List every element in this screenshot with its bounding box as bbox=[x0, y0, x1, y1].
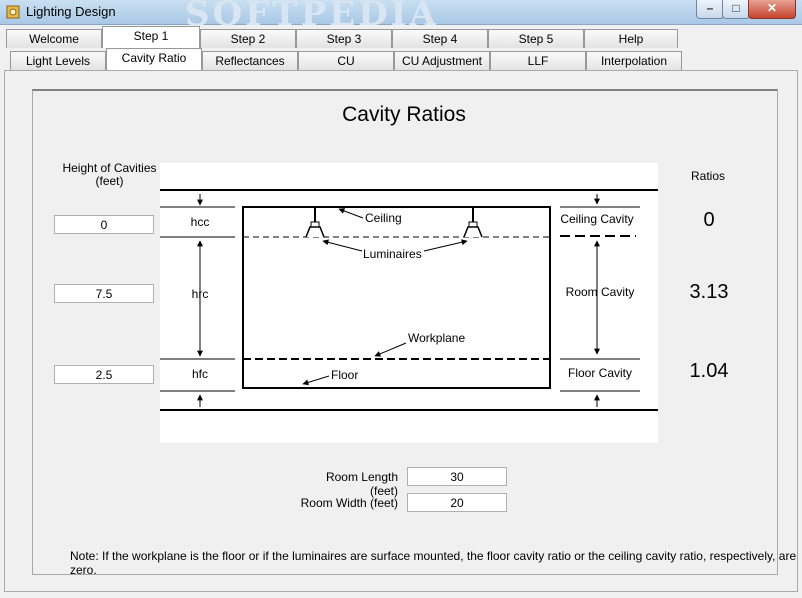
luminaires-label: Luminaires bbox=[363, 247, 422, 261]
hfc-label: hfc bbox=[192, 367, 208, 381]
tab-step-2[interactable]: Step 2 bbox=[200, 29, 296, 48]
tab-cavity-ratio[interactable]: Cavity Ratio bbox=[106, 48, 202, 70]
close-icon: ✕ bbox=[766, 1, 778, 15]
hrc-input[interactable] bbox=[54, 284, 154, 303]
page-title: Cavity Ratios bbox=[342, 103, 466, 126]
ceiling-cavity-label: Ceiling Cavity bbox=[560, 212, 633, 226]
maximize-button[interactable]: □ bbox=[722, 0, 750, 19]
tab-step-3[interactable]: Step 3 bbox=[296, 29, 392, 48]
tab-llf[interactable]: LLF bbox=[490, 51, 586, 70]
floor-cavity-label: Floor Cavity bbox=[568, 366, 632, 380]
maximize-icon: □ bbox=[732, 1, 740, 15]
close-button[interactable]: ✕ bbox=[748, 0, 796, 19]
hcc-label: hcc bbox=[191, 215, 210, 229]
tab-light-levels[interactable]: Light Levels bbox=[10, 51, 106, 70]
tab-reflectances[interactable]: Reflectances bbox=[202, 51, 298, 70]
tab-step-5[interactable]: Step 5 bbox=[488, 29, 584, 48]
hrc-label: hrc bbox=[192, 287, 209, 301]
tab-interpolation[interactable]: Interpolation bbox=[586, 51, 682, 70]
sub-tab-strip: Light Levels Cavity Ratio Reflectances C… bbox=[0, 48, 802, 73]
room-length-input[interactable] bbox=[407, 467, 507, 486]
tab-cu-adjustment[interactable]: CU Adjustment bbox=[394, 51, 490, 70]
ceiling-cavity-ratio: 0 bbox=[703, 209, 715, 231]
tab-welcome[interactable]: Welcome bbox=[6, 29, 102, 48]
room-width-input[interactable] bbox=[407, 493, 507, 512]
room-cavity-label: Room Cavity bbox=[566, 285, 635, 299]
app-icon bbox=[6, 5, 20, 19]
tab-help[interactable]: Help bbox=[584, 29, 678, 48]
room-cavity-ratio: 3.13 bbox=[689, 281, 729, 303]
room-width-label: Room Width (feet) bbox=[300, 496, 398, 510]
cavity-diagram: hcc hrc hfc Ceiling Luminaires Workplane… bbox=[160, 163, 658, 443]
tab-step-1[interactable]: Step 1 bbox=[102, 26, 200, 48]
ratios-header: Ratios bbox=[690, 169, 725, 183]
floor-cavity-ratio: 1.04 bbox=[689, 360, 729, 382]
title-bar: Lighting Design SOFTPEDIA – □ ✕ bbox=[0, 0, 802, 34]
hcc-input[interactable] bbox=[54, 215, 154, 234]
minimize-icon: – bbox=[706, 1, 714, 15]
window-title: Lighting Design bbox=[26, 4, 116, 19]
tab-cu[interactable]: CU bbox=[298, 51, 394, 70]
workplane-label: Workplane bbox=[408, 331, 465, 345]
room-length-label: Room Length (feet) bbox=[325, 470, 398, 498]
heights-header: Height of Cavities (feet) bbox=[62, 161, 157, 188]
hfc-input[interactable] bbox=[54, 365, 154, 384]
tab-step-4[interactable]: Step 4 bbox=[392, 29, 488, 48]
floor-label: Floor bbox=[331, 368, 358, 382]
diagram-background bbox=[160, 163, 658, 443]
minimize-button[interactable]: – bbox=[696, 0, 724, 19]
note-text: Note: If the workplane is the floor or i… bbox=[70, 549, 797, 577]
ceiling-label: Ceiling bbox=[365, 211, 402, 225]
